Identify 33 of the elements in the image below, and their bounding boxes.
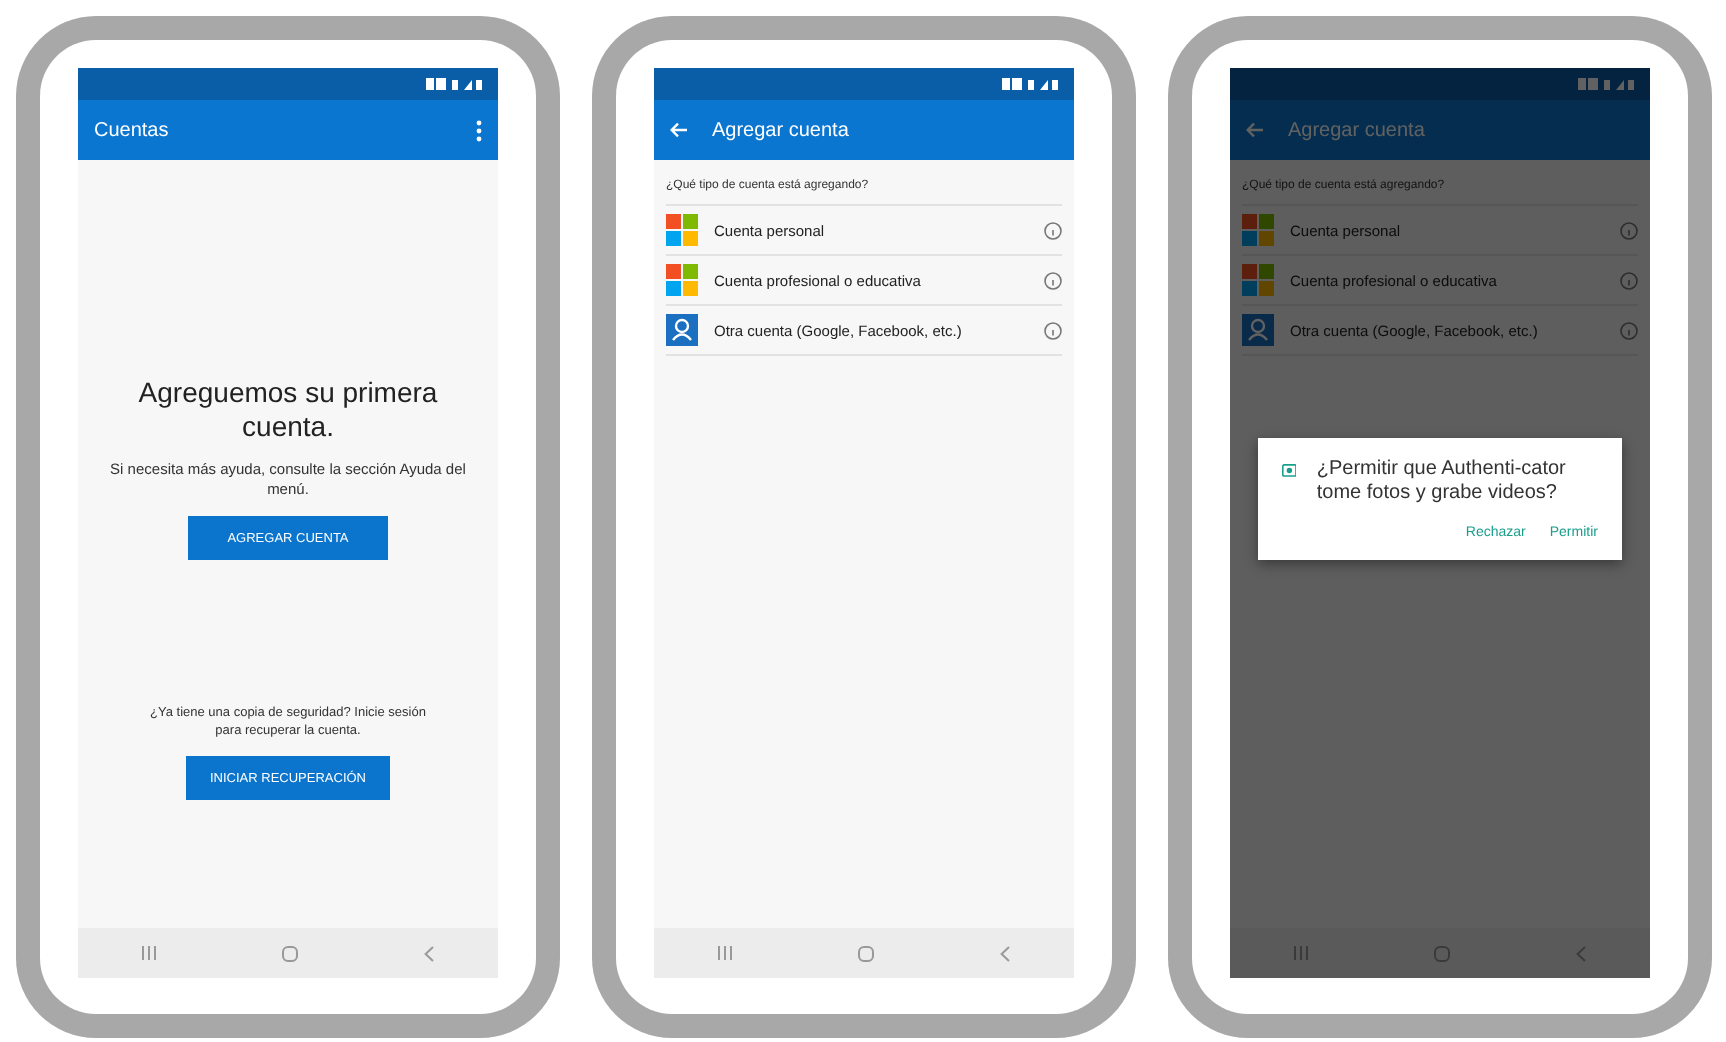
microsoft-logo-icon	[666, 264, 698, 296]
person-icon	[666, 314, 698, 346]
welcome-heading: Agreguemos su primera cuenta.	[136, 376, 440, 444]
more-options-icon[interactable]	[476, 119, 482, 141]
home-icon[interactable]	[857, 945, 874, 961]
app-bar-title: Agregar cuenta	[1288, 119, 1427, 141]
back-arrow-icon[interactable]	[670, 122, 688, 138]
status-icons	[1578, 78, 1634, 90]
info-icon[interactable]	[1044, 221, 1062, 239]
app-bar-title: Cuentas	[94, 119, 171, 141]
recent-apps-icon[interactable]	[717, 946, 732, 960]
home-icon[interactable]	[1433, 945, 1450, 961]
microsoft-logo-icon	[1242, 264, 1274, 296]
app-bar-title: Agregar cuenta	[712, 119, 851, 141]
info-icon[interactable]	[1620, 271, 1638, 289]
microsoft-logo-icon	[1242, 214, 1274, 246]
back-arrow-icon[interactable]	[1246, 122, 1264, 138]
status-icons	[1002, 78, 1058, 90]
recent-apps-icon[interactable]	[141, 946, 156, 960]
info-icon[interactable]	[1620, 321, 1638, 339]
dialog-message: ¿Permitir que Authenti-cator tome fotos y grabe videos?	[1316, 458, 1568, 506]
microsoft-logo-icon	[666, 214, 698, 246]
back-icon[interactable]	[1000, 945, 1011, 961]
person-icon	[1242, 314, 1274, 346]
recent-apps-icon[interactable]	[1293, 946, 1308, 960]
home-icon[interactable]	[281, 945, 298, 961]
status-icons	[426, 78, 482, 90]
info-icon[interactable]	[1044, 271, 1062, 289]
back-icon[interactable]	[424, 945, 435, 961]
info-icon[interactable]	[1620, 221, 1638, 239]
camera-icon	[1282, 458, 1297, 482]
back-icon[interactable]	[1576, 945, 1587, 961]
info-icon[interactable]	[1044, 321, 1062, 339]
